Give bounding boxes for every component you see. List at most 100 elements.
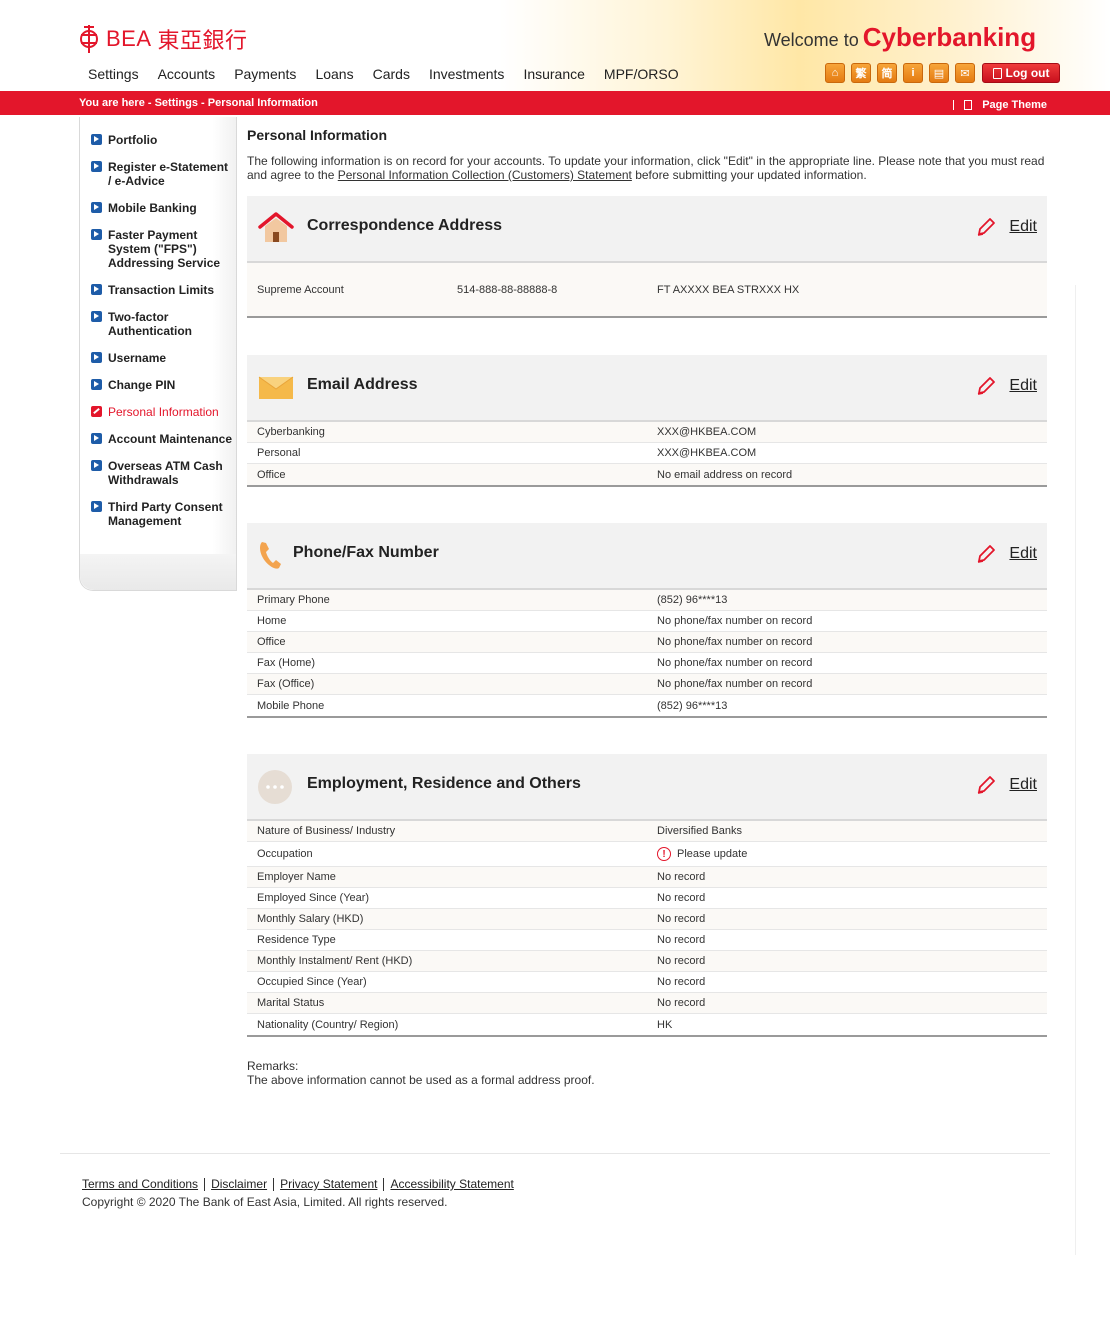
nav-insurance[interactable]: Insurance: [523, 66, 584, 82]
edit-email-button[interactable]: Edit: [975, 375, 1037, 397]
row-label: Marital Status: [257, 997, 325, 1009]
row-label: Mobile Phone: [257, 699, 325, 712]
sidebar-item-portfolio[interactable]: Portfolio: [91, 133, 233, 147]
divider: [273, 1177, 275, 1191]
row-label: Employed Since (Year): [257, 892, 370, 904]
sidebar-item-label: Transaction Limits: [108, 283, 215, 297]
table-row: Marital Status No record: [247, 993, 1047, 1014]
pics-statement-link[interactable]: Personal Information Collection (Custome…: [338, 168, 632, 182]
print-icon[interactable]: ▤: [929, 63, 949, 83]
email-rows: Cyberbanking XXX@HKBEA.COM Personal XXX@HK…: [247, 420, 1047, 487]
nav-loans[interactable]: Loans: [315, 66, 353, 82]
sidebar-item-label: Personal Information: [108, 405, 219, 419]
logout-button[interactable]: Log out: [982, 63, 1060, 83]
sidebar-item-label: Two-factor Authentication: [108, 310, 192, 338]
sidebar-item-overseas-atm[interactable]: Overseas ATM Cash Withdrawals: [91, 459, 233, 487]
nav-mpf-orso[interactable]: MPF/ORSO: [604, 66, 679, 82]
phone-fax-section: Phone/Fax Number Edit Primary Phone (852)…: [247, 523, 1047, 718]
row-value-occupation: ! Please update: [657, 847, 747, 861]
table-row: Mobile Phone (852) 96****13: [247, 695, 1047, 716]
bea-logo-icon: [80, 25, 98, 53]
privacy-link[interactable]: Privacy Statement: [280, 1177, 377, 1191]
sidebar-item-change-pin[interactable]: Change PIN: [91, 378, 233, 392]
row-value: No phone/fax number on record: [657, 615, 813, 627]
disclaimer-link[interactable]: Disclaimer: [211, 1177, 267, 1191]
footer-links: Terms and Conditions Disclaimer Privacy …: [82, 1177, 514, 1191]
sidebar-item-account-maintenance[interactable]: Account Maintenance: [91, 432, 233, 446]
edit-correspondence-button[interactable]: Edit: [975, 216, 1037, 238]
simplified-chinese-icon[interactable]: 简: [877, 63, 897, 83]
row-value: (852) 96****13: [657, 594, 728, 606]
arrow-bullet-icon: [91, 379, 102, 390]
info-icon[interactable]: i: [903, 63, 923, 83]
edit-label: Edit: [1009, 218, 1037, 235]
divider: [204, 1177, 206, 1191]
terms-link[interactable]: Terms and Conditions: [82, 1177, 198, 1191]
row-value: No phone/fax number on record: [657, 678, 813, 690]
row-label: Fax (Office): [257, 678, 315, 690]
arrow-bullet-icon: [91, 460, 102, 471]
sidebar-item-third-party-consent[interactable]: Third Party Consent Management: [91, 500, 233, 528]
envelope-icon: [258, 376, 294, 399]
edit-employment-button[interactable]: Edit: [975, 774, 1037, 796]
home-icon[interactable]: ⌂: [825, 63, 845, 83]
sidebar-item-label: Change PIN: [108, 378, 176, 392]
sidebar-item-transaction-limits[interactable]: Transaction Limits: [91, 283, 233, 297]
sidebar-item-personal-information[interactable]: Personal Information: [91, 405, 233, 419]
accessibility-link[interactable]: Accessibility Statement: [390, 1177, 513, 1191]
remarks: Remarks: The above information cannot be…: [247, 1059, 595, 1087]
sidebar: Portfolio Register e-Statement / e-Advic…: [79, 117, 237, 591]
edit-phone-button[interactable]: Edit: [975, 543, 1037, 565]
welcome-banner: Welcome to Cyberbanking: [764, 22, 1036, 53]
section-title: Correspondence Address: [307, 217, 503, 234]
nav-accounts[interactable]: Accounts: [158, 66, 216, 82]
sidebar-item-estatement[interactable]: Register e-Statement / e-Advice: [91, 160, 233, 188]
sidebar-item-label: Third Party Consent Management: [108, 500, 223, 528]
nav-settings[interactable]: Settings: [88, 66, 139, 82]
table-row: Cyberbanking XXX@HKBEA.COM: [247, 422, 1047, 443]
top-navigation: Settings Accounts Payments Loans Cards I…: [88, 66, 679, 82]
nav-cards[interactable]: Cards: [373, 66, 410, 82]
intro-text: The following information is on record f…: [247, 154, 1047, 182]
sidebar-item-label: Account Maintenance: [108, 432, 233, 446]
bea-logo[interactable]: BEA 東亞銀行: [78, 22, 248, 56]
sidebar-item-label: Portfolio: [108, 133, 158, 147]
sidebar-item-mobile-banking[interactable]: Mobile Banking: [91, 201, 233, 215]
nav-investments[interactable]: Investments: [429, 66, 504, 82]
pencil-icon: [978, 545, 996, 563]
remarks-label: Remarks:: [247, 1059, 299, 1073]
sidebar-item-username[interactable]: Username: [91, 351, 233, 365]
traditional-chinese-icon[interactable]: 繁: [851, 63, 871, 83]
phone-rows: Primary Phone (852) 96****13 Home No phone…: [247, 588, 1047, 718]
toolbar-icons: ⌂ 繁 简 i ▤ ✉ Log out: [825, 63, 1060, 83]
remarks-text: The above information cannot be used as …: [247, 1073, 595, 1087]
divider: [60, 1153, 1050, 1154]
page-theme-control[interactable]: Page Theme: [953, 99, 1047, 111]
table-row: Occupied Since (Year) No record: [247, 972, 1047, 993]
row-label: Office: [257, 636, 286, 648]
table-row: Monthly Instalment/ Rent (HKD) No record: [247, 951, 1047, 972]
breadcrumb-bar: You are here - Settings - Personal Infor…: [0, 91, 1110, 115]
arrow-bullet-icon: [91, 161, 102, 172]
sidebar-footer: [80, 554, 236, 590]
row-value: No record: [657, 976, 706, 988]
divider: [1075, 285, 1076, 1255]
row-value: XXX@HKBEA.COM: [657, 447, 757, 459]
logout-label: Log out: [1005, 66, 1050, 80]
pencil-icon: [978, 218, 996, 236]
row-value: No email address on record: [657, 468, 793, 481]
sidebar-item-label: Faster Payment System ("FPS") Addressing…: [108, 228, 221, 270]
row-value: No record: [657, 871, 706, 883]
mail-icon[interactable]: ✉: [955, 63, 975, 83]
sidebar-item-two-factor[interactable]: Two-factor Authentication: [91, 310, 233, 338]
section-header: Phone/Fax Number Edit: [247, 523, 1047, 588]
welcome-prefix: Welcome to: [764, 30, 859, 50]
row-label: Employer Name: [257, 871, 336, 883]
intro-text-part-2: before submitting your updated informati…: [631, 168, 867, 182]
main-content: Personal Information The following infor…: [247, 127, 1047, 182]
nav-payments[interactable]: Payments: [234, 66, 296, 82]
sidebar-item-fps[interactable]: Faster Payment System ("FPS") Addressing…: [91, 228, 233, 270]
table-row: Primary Phone (852) 96****13: [247, 590, 1047, 611]
row-value: (852) 96****13: [657, 699, 728, 712]
row-label: Residence Type: [257, 934, 336, 946]
